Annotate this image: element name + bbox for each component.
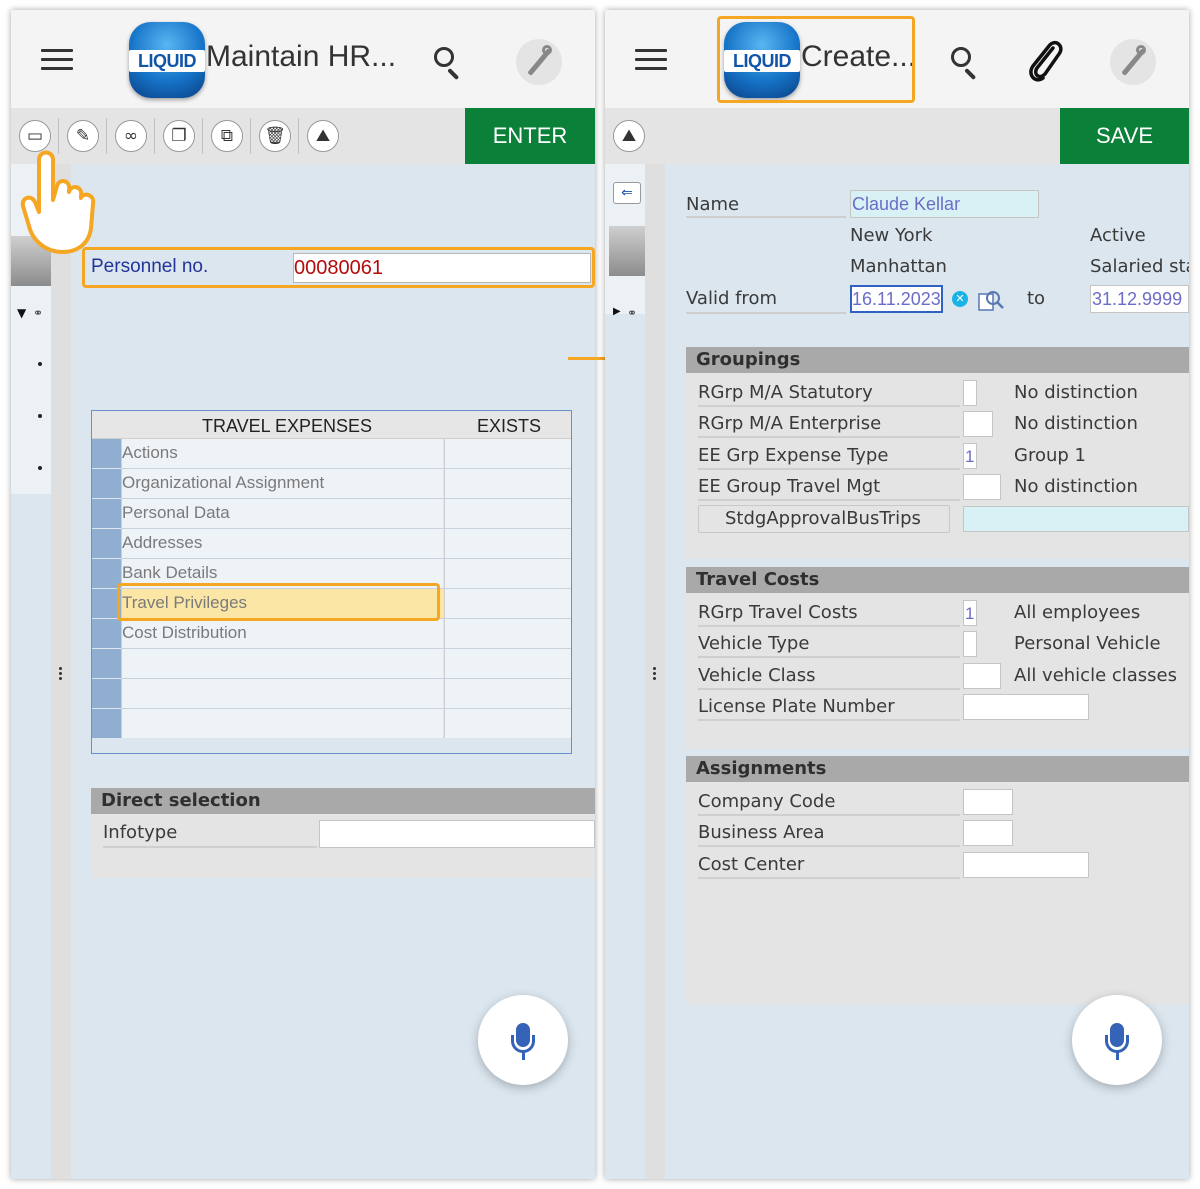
license-plate-input[interactable] bbox=[963, 694, 1089, 720]
travel-costs-title: Travel Costs bbox=[686, 567, 1189, 593]
table-row[interactable]: Actions bbox=[92, 439, 571, 469]
table-header: TRAVEL EXPENSES EXISTS bbox=[92, 411, 571, 439]
valid-from-label: Valid from bbox=[686, 288, 777, 309]
overview-icon[interactable]: ⛰ bbox=[307, 120, 339, 152]
value-help-icon[interactable] bbox=[977, 288, 1005, 312]
name-field: Claude Kellar bbox=[850, 190, 1039, 218]
enter-button[interactable]: ENTER bbox=[465, 108, 595, 164]
vehicle-class-text: All vehicle classes bbox=[1014, 665, 1178, 686]
city-text: New York bbox=[850, 225, 933, 246]
status-text: Active bbox=[1090, 225, 1146, 246]
cost-center-label: Cost Center bbox=[698, 854, 805, 875]
valid-to-input[interactable]: 31.12.9999 bbox=[1090, 285, 1189, 313]
travel-expenses-table: TRAVEL EXPENSES EXISTS Actions Organizat… bbox=[91, 410, 572, 754]
table-row[interactable]: Personal Data bbox=[92, 499, 571, 529]
infotype-input[interactable] bbox=[319, 820, 595, 848]
tree-node-icon: ⚭ bbox=[33, 306, 44, 320]
table-row[interactable]: Organizational Assignment bbox=[92, 469, 571, 499]
business-area-input[interactable] bbox=[963, 820, 1013, 846]
name-label: Name bbox=[686, 194, 740, 215]
ee-group-travel-mgt-input[interactable] bbox=[963, 474, 1001, 500]
copy-icon[interactable]: ❐ bbox=[163, 120, 195, 152]
save-button[interactable]: SAVE bbox=[1060, 108, 1189, 164]
direct-selection-title: Direct selection bbox=[91, 788, 595, 814]
groupings-title: Groupings bbox=[686, 347, 1189, 373]
search-icon[interactable] bbox=[433, 46, 465, 81]
logo-text: LIQUID bbox=[138, 51, 197, 71]
pointer-hand-icon bbox=[20, 150, 96, 254]
splitter[interactable] bbox=[645, 164, 665, 1179]
cost-center-input[interactable] bbox=[963, 852, 1089, 878]
right-screen: LIQUID Create... ⛰ SAVE ⇐ ▶ ⚭ Name Claud… bbox=[605, 10, 1189, 1179]
splitter[interactable] bbox=[51, 164, 71, 1179]
ee-group-travel-mgt-label: EE Group Travel Mgt bbox=[698, 476, 881, 497]
header-exists: EXISTS bbox=[477, 416, 542, 436]
mic-button[interactable] bbox=[1072, 995, 1162, 1085]
table-row[interactable] bbox=[92, 649, 571, 679]
company-code-input[interactable] bbox=[963, 789, 1013, 815]
app-header: LIQUID Maintain HR... bbox=[11, 10, 595, 108]
table-row[interactable]: Addresses bbox=[92, 529, 571, 559]
menu-icon[interactable] bbox=[41, 49, 73, 73]
business-area-label: Business Area bbox=[698, 822, 825, 843]
rgrp-travel-costs-input[interactable]: 1 bbox=[963, 600, 977, 626]
tree-expand-icon[interactable]: ▼ bbox=[17, 306, 26, 320]
rgrp-ma-statutory-text: No distinction bbox=[1014, 382, 1138, 403]
rgrp-ma-enterprise-text: No distinction bbox=[1014, 413, 1138, 434]
clear-icon[interactable]: ✕ bbox=[952, 291, 968, 307]
overview-icon[interactable]: ⛰ bbox=[613, 120, 645, 152]
employee-group-text: Salaried sta bbox=[1090, 256, 1189, 277]
back-arrow-icon[interactable]: ⇐ bbox=[613, 182, 641, 204]
delete-icon[interactable]: 🗑 bbox=[259, 120, 291, 152]
display-icon[interactable]: ∞ bbox=[115, 120, 147, 152]
table-row[interactable] bbox=[92, 709, 571, 739]
vehicle-type-text: Personal Vehicle bbox=[1014, 633, 1161, 654]
left-screen: LIQUID Maintain HR... ▭ ✎ ∞ ❐ ⧉ 🗑 ⛰ ENTE… bbox=[11, 10, 595, 1179]
delimit-icon[interactable]: ⧉ bbox=[211, 120, 243, 152]
table-row[interactable] bbox=[92, 679, 571, 709]
stdg-approval-label: StdgApprovalBusTrips bbox=[725, 508, 921, 529]
tools-icon[interactable] bbox=[1110, 39, 1156, 85]
license-plate-label: License Plate Number bbox=[698, 696, 895, 717]
vehicle-class-label: Vehicle Class bbox=[698, 665, 816, 686]
assignments-title: Assignments bbox=[686, 756, 1189, 782]
ee-grp-expense-type-label: EE Grp Expense Type bbox=[698, 445, 889, 466]
menu-icon[interactable] bbox=[635, 49, 667, 73]
stdg-approval-bus-trips-button[interactable]: StdgApprovalBusTrips bbox=[698, 505, 950, 533]
rgrp-travel-costs-text: All employees bbox=[1014, 602, 1141, 623]
search-icon[interactable] bbox=[950, 46, 982, 81]
tree-node-icon: ⚭ bbox=[627, 306, 638, 320]
table-row[interactable]: Cost Distribution bbox=[92, 619, 571, 649]
vehicle-type-input[interactable] bbox=[963, 631, 977, 657]
rgrp-ma-statutory-input[interactable] bbox=[963, 380, 977, 406]
stdg-approval-field bbox=[963, 506, 1189, 532]
mic-button[interactable] bbox=[478, 995, 568, 1085]
rgrp-ma-enterprise-input[interactable] bbox=[963, 411, 993, 437]
tree-strip: ⇐ ▶ ⚭ bbox=[605, 164, 645, 320]
ee-group-travel-mgt-text: No distinction bbox=[1014, 476, 1138, 497]
app-header: LIQUID Create... bbox=[605, 10, 1189, 108]
ee-grp-expense-type-text: Group 1 bbox=[1014, 445, 1086, 466]
ee-grp-expense-type-input[interactable]: 1 bbox=[963, 443, 977, 469]
tools-icon[interactable] bbox=[516, 39, 562, 85]
rgrp-travel-costs-label: RGrp Travel Costs bbox=[698, 602, 858, 623]
valid-from-input[interactable]: 16.11.2023 bbox=[850, 285, 943, 313]
header-travel-expenses: TRAVEL EXPENSES bbox=[202, 416, 373, 436]
rgrp-ma-enterprise-label: RGrp M/A Enterprise bbox=[698, 413, 882, 434]
rgrp-ma-statutory-label: RGrp M/A Statutory bbox=[698, 382, 873, 403]
attachment-icon[interactable] bbox=[1025, 38, 1065, 84]
liquid-logo: LIQUID bbox=[129, 22, 205, 98]
vehicle-type-label: Vehicle Type bbox=[698, 633, 810, 654]
area-text: Manhattan bbox=[850, 256, 947, 277]
vehicle-class-input[interactable] bbox=[963, 663, 1001, 689]
personnel-highlight bbox=[82, 247, 595, 288]
company-code-label: Company Code bbox=[698, 791, 836, 812]
title-highlight bbox=[717, 16, 915, 103]
travel-privileges-highlight bbox=[117, 583, 440, 621]
app-title: Maintain HR... bbox=[206, 40, 397, 73]
to-label: to bbox=[1027, 288, 1046, 309]
infotype-label: Infotype bbox=[103, 822, 178, 843]
tree-collapse-icon[interactable]: ▶ bbox=[613, 306, 621, 317]
